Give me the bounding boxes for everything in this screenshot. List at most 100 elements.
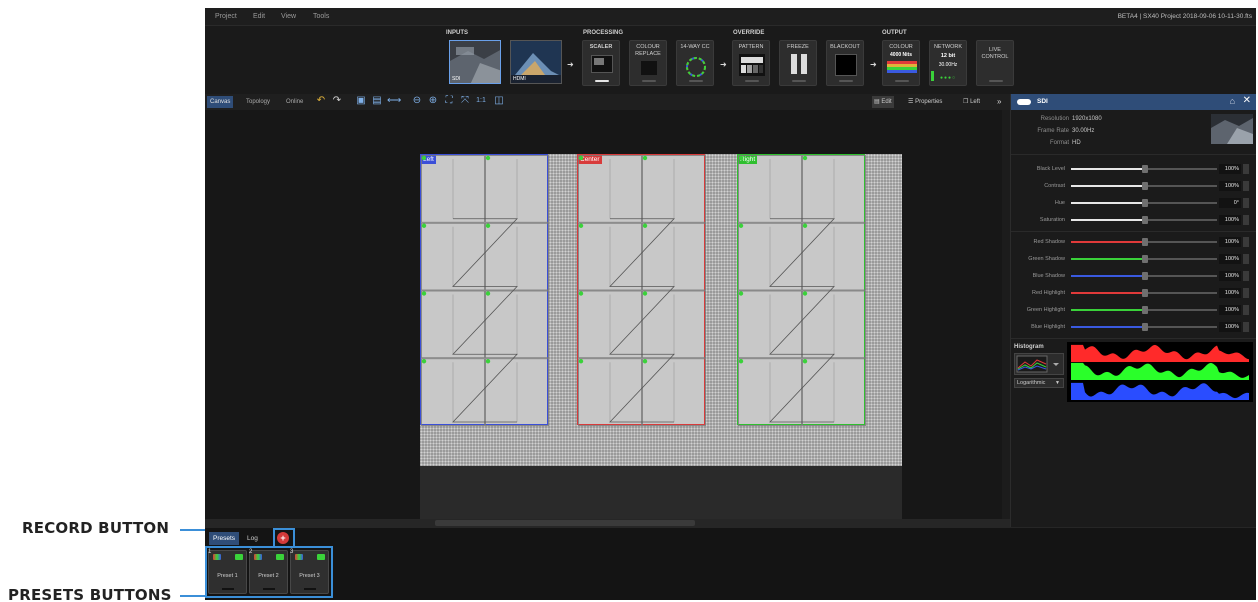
edit-panel-icon[interactable]: ▤	[371, 95, 383, 107]
slider-track[interactable]	[1071, 306, 1217, 314]
tab-topology[interactable]: Topology	[243, 96, 273, 108]
input-sdi-thumbnail[interactable]: SDI	[449, 40, 501, 84]
scaler-node[interactable]: SCALER	[582, 40, 620, 86]
scale-select[interactable]: Logarithmic ▼	[1014, 378, 1064, 388]
slider-track[interactable]	[1071, 323, 1217, 331]
scrollbar-thumb[interactable]	[435, 520, 695, 526]
slider-label: Contrast	[1044, 183, 1065, 189]
input-hdmi-thumbnail[interactable]: HDMI	[510, 40, 562, 84]
panel-left-tiles	[421, 155, 549, 426]
tab-presets[interactable]: Presets	[209, 532, 240, 545]
live-control-node[interactable]: LIVE CONTROL	[976, 40, 1014, 86]
arrow-right-icon: ➜	[720, 60, 727, 69]
panel-right-tiles	[738, 155, 866, 426]
left-panel-toggle[interactable]: ❐ Left	[963, 96, 980, 108]
fit-screen-icon[interactable]: ⛶	[443, 95, 455, 107]
slider-handle[interactable]	[1142, 289, 1148, 297]
copy-icon: ❐	[963, 99, 969, 105]
histogram-channel	[1071, 344, 1249, 362]
slider-value[interactable]: 100%	[1219, 305, 1241, 315]
slider-value[interactable]: 0°	[1219, 198, 1241, 208]
slider-handle[interactable]	[1142, 182, 1148, 190]
slider-handle[interactable]	[1142, 272, 1148, 280]
slider-value[interactable]: 100%	[1219, 322, 1241, 332]
slider-track[interactable]	[1071, 199, 1217, 207]
actual-size-icon[interactable]: 1:1	[475, 95, 487, 107]
slider-value[interactable]: 100%	[1219, 164, 1241, 174]
add-panel-icon[interactable]: ▣	[355, 95, 367, 107]
slider-handle[interactable]	[1142, 255, 1148, 263]
14-way-cc-node[interactable]: 14-WAY CC	[676, 40, 714, 86]
colour-replace-node[interactable]: COLOUR REPLACE	[629, 40, 667, 86]
slider-handle[interactable]	[1142, 323, 1148, 331]
undo-icon[interactable]: ↶	[315, 95, 327, 107]
fit-selection-icon[interactable]: ⤧	[459, 95, 471, 107]
expand-icon[interactable]: »	[997, 96, 1001, 108]
scaler-label: SCALER	[589, 44, 613, 50]
record-button-annotation: RECORD BUTTON	[22, 519, 170, 537]
close-icon[interactable]: ✕	[1243, 95, 1251, 106]
slider-handle[interactable]	[1142, 216, 1148, 224]
freeze-node[interactable]: FREEZE	[779, 40, 817, 86]
menu-project[interactable]: Project	[211, 8, 241, 26]
slider-track[interactable]	[1071, 255, 1217, 263]
menu-edit[interactable]: Edit	[249, 8, 269, 26]
stepper-icon[interactable]	[1243, 164, 1249, 174]
blackout-icon	[835, 54, 857, 76]
slider-fill	[1071, 202, 1145, 204]
slider-value[interactable]: 100%	[1219, 237, 1241, 247]
slider-track[interactable]	[1071, 238, 1217, 246]
cable-route	[609, 218, 675, 423]
stepper-icon[interactable]	[1243, 237, 1249, 247]
network-node[interactable]: NETWORK 12 bit 30.00Hz ●●●○	[929, 40, 967, 86]
slider-value[interactable]: 100%	[1219, 288, 1241, 298]
canvas-area[interactable]: Left Center Right	[205, 110, 1010, 527]
frame-rate-key: Frame Rate	[1037, 128, 1069, 134]
slider-handle[interactable]	[1142, 199, 1148, 207]
toggle-icon[interactable]	[1017, 99, 1031, 105]
slider-value[interactable]: 100%	[1219, 254, 1241, 264]
slider-track[interactable]	[1071, 272, 1217, 280]
measure-icon[interactable]: ⟷	[387, 95, 401, 107]
slider-track[interactable]	[1071, 216, 1217, 224]
slider-value[interactable]: 100%	[1219, 181, 1241, 191]
tab-online[interactable]: Online	[283, 96, 306, 108]
detach-icon[interactable]: ⌂	[1230, 96, 1235, 106]
pattern-node[interactable]: PATTERN	[732, 40, 770, 86]
stepper-icon[interactable]	[1243, 271, 1249, 281]
slider-value[interactable]: 100%	[1219, 271, 1241, 281]
crop-icon[interactable]: ◫	[493, 95, 505, 107]
colour-output-node[interactable]: COLOUR 4000 Nits	[882, 40, 920, 86]
slider-track[interactable]	[1071, 165, 1217, 173]
horizontal-scrollbar[interactable]	[205, 519, 1010, 527]
histogram-type-select[interactable]	[1014, 353, 1064, 375]
stepper-icon[interactable]	[1243, 305, 1249, 315]
tab-canvas[interactable]: Canvas	[207, 96, 234, 108]
slider-value[interactable]: 100%	[1219, 215, 1241, 225]
edit-toggle[interactable]: ▤ Edit	[872, 96, 894, 108]
blackout-node[interactable]: BLACKOUT	[826, 40, 864, 86]
menu-view[interactable]: View	[277, 8, 300, 26]
slider-handle[interactable]	[1142, 165, 1148, 173]
slider-handle[interactable]	[1142, 306, 1148, 314]
tab-log[interactable]: Log	[243, 532, 262, 545]
menu-tools[interactable]: Tools	[309, 8, 333, 26]
stepper-icon[interactable]	[1243, 254, 1249, 264]
stepper-icon[interactable]	[1243, 322, 1249, 332]
stepper-icon[interactable]	[1243, 288, 1249, 298]
panel-right[interactable]: Right	[737, 154, 866, 426]
stepper-icon[interactable]	[1243, 215, 1249, 225]
panel-left[interactable]: Left	[420, 154, 549, 426]
properties-toggle[interactable]: ☰ Properties	[908, 96, 942, 108]
slider-track[interactable]	[1071, 182, 1217, 190]
slider-handle[interactable]	[1142, 238, 1148, 246]
stepper-icon[interactable]	[1243, 198, 1249, 208]
zoom-in-icon[interactable]: ⊕	[427, 95, 439, 107]
panel-center[interactable]: Center	[577, 154, 706, 426]
redo-icon[interactable]: ↷	[331, 95, 343, 107]
zoom-out-icon[interactable]: ⊖	[411, 95, 423, 107]
stepper-icon[interactable]	[1243, 181, 1249, 191]
vertical-scrollbar[interactable]	[1002, 110, 1010, 527]
scaler-status-bar	[595, 80, 609, 82]
slider-track[interactable]	[1071, 289, 1217, 297]
